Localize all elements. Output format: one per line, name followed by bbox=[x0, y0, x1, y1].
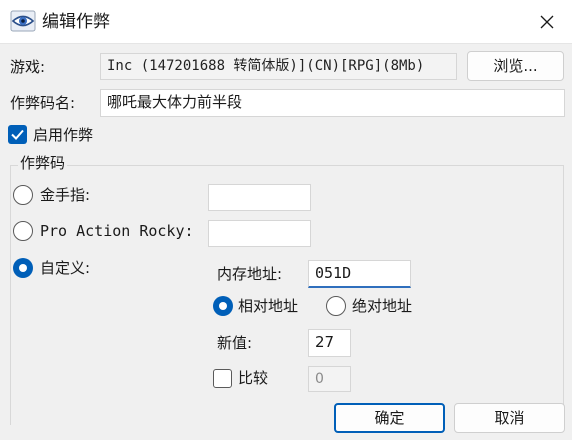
absolute-address-radio[interactable] bbox=[326, 296, 346, 316]
check-icon bbox=[11, 129, 24, 140]
gold-finger-label: 金手指: bbox=[40, 186, 91, 204]
absolute-address-label: 绝对地址 bbox=[352, 297, 413, 315]
relative-address-label: 相对地址 bbox=[238, 297, 299, 315]
cheat-name-label: 作弊码名: bbox=[10, 94, 76, 112]
window-title: 编辑作弊 bbox=[42, 12, 110, 32]
custom-label: 自定义: bbox=[40, 259, 91, 277]
new-value-input[interactable]: 27 bbox=[308, 329, 351, 357]
group-label: 作弊码 bbox=[18, 152, 68, 174]
custom-radio[interactable] bbox=[13, 258, 33, 278]
cancel-button[interactable]: 取消 bbox=[454, 403, 565, 433]
close-icon bbox=[540, 15, 554, 29]
gold-finger-radio[interactable] bbox=[13, 185, 33, 205]
compare-checkbox[interactable] bbox=[213, 369, 232, 388]
pro-action-rocky-radio[interactable] bbox=[13, 221, 33, 241]
address-label: 内存地址: bbox=[217, 265, 283, 283]
enable-checkbox[interactable] bbox=[8, 125, 27, 144]
browse-button[interactable]: 浏览... bbox=[467, 51, 564, 81]
relative-address-radio[interactable] bbox=[213, 296, 233, 316]
compare-value-input[interactable]: 0 bbox=[308, 366, 351, 392]
compare-label: 比较 bbox=[238, 369, 269, 387]
new-value-label: 新值: bbox=[217, 334, 253, 352]
gold-finger-input[interactable] bbox=[208, 184, 311, 211]
eye-icon bbox=[10, 10, 36, 32]
ok-button[interactable]: 确定 bbox=[334, 403, 445, 433]
pro-action-rocky-label: Pro Action Rocky: bbox=[40, 222, 194, 240]
game-field[interactable]: Inc (147201688 转简体版)](CN)[RPG](8Mb) bbox=[100, 53, 457, 80]
enable-label: 启用作弊 bbox=[33, 126, 94, 144]
game-label: 游戏: bbox=[10, 58, 46, 76]
pro-action-rocky-input[interactable] bbox=[208, 220, 311, 247]
close-button[interactable] bbox=[522, 0, 572, 44]
cheat-name-input[interactable]: 哪吒最大体力前半段 bbox=[100, 89, 565, 117]
address-input[interactable]: 051D bbox=[308, 260, 411, 288]
